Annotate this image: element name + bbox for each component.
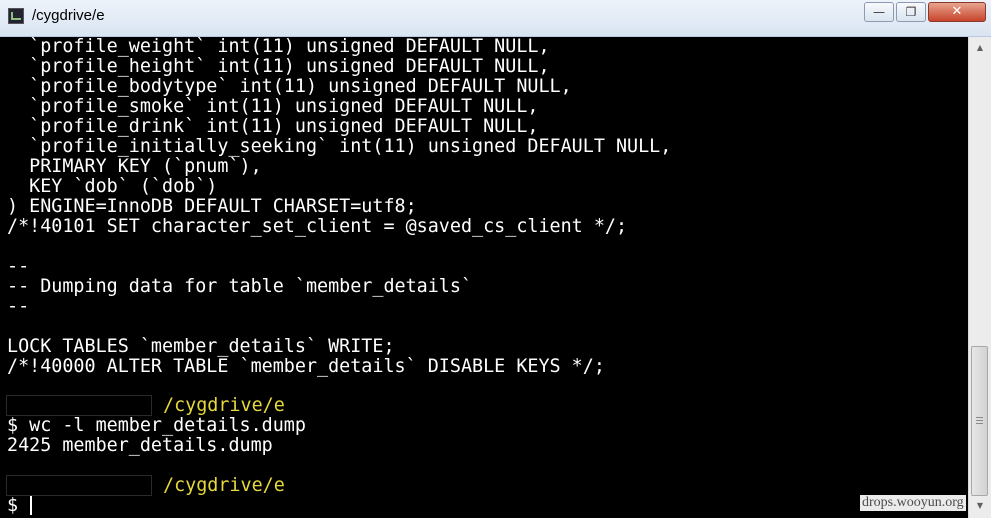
terminal-line: KEY `dob` (`dob`): [7, 176, 218, 197]
text-cursor: [30, 496, 32, 515]
prompt-symbol: $: [7, 495, 19, 516]
command-line: $ wc -l member_details.dump: [7, 415, 306, 436]
prompt-path: /cygdrive/e: [163, 475, 285, 496]
prompt-path: /cygdrive/e: [163, 395, 285, 416]
terminal-line: PRIMARY KEY (`pnum`),: [7, 156, 262, 177]
window-title: /cygdrive/e: [32, 7, 105, 24]
grip-line: [976, 420, 983, 421]
terminal-window: /cygdrive/e — ❐ ✕ `profile_weight` int(1…: [0, 0, 991, 518]
terminal-line: -- Dumping data for table `member_detail…: [7, 276, 473, 297]
scroll-up-arrow-icon[interactable]: ▲: [969, 39, 991, 57]
terminal-line: `profile_drink` int(11) unsigned DEFAULT…: [7, 116, 539, 137]
terminal-line: LOCK TABLES `member_details` WRITE;: [7, 336, 395, 357]
terminal-line: `profile_initially_seeking` int(11) unsi…: [7, 136, 672, 157]
terminal-line: `profile_smoke` int(11) unsigned DEFAULT…: [7, 96, 539, 117]
scrollbar-thumb[interactable]: [971, 346, 988, 496]
terminal-line: /*!40000 ALTER TABLE `member_details` DI…: [7, 356, 605, 377]
terminal-line: /*!40101 SET character_set_client = @sav…: [7, 216, 628, 237]
terminal-line: --: [7, 296, 30, 317]
terminal-app-icon[interactable]: [8, 8, 24, 24]
redacted-user-host: [6, 395, 152, 416]
title-bar[interactable]: /cygdrive/e — ❐ ✕: [0, 0, 991, 37]
scroll-down-arrow-icon[interactable]: ▼: [969, 497, 991, 515]
terminal-line: --: [7, 256, 30, 277]
command-output: 2425 member_details.dump: [7, 435, 273, 456]
grip-line: [976, 417, 983, 418]
watermark: drops.wooyun.org: [860, 495, 966, 511]
terminal-line: ) ENGINE=InnoDB DEFAULT CHARSET=utf8;: [7, 196, 417, 217]
grip-line: [976, 423, 983, 424]
vertical-scrollbar[interactable]: ▲ ▼: [968, 37, 991, 518]
minimize-button[interactable]: —: [864, 2, 894, 22]
terminal-line: `profile_weight` int(11) unsigned DEFAUL…: [7, 37, 550, 57]
terminal-line: `profile_bodytype` int(11) unsigned DEFA…: [7, 76, 572, 97]
close-button[interactable]: ✕: [928, 2, 986, 22]
terminal-output[interactable]: `profile_weight` int(11) unsigned DEFAUL…: [0, 37, 968, 518]
redacted-user-host: [6, 475, 152, 496]
maximize-button[interactable]: ❐: [896, 2, 926, 22]
terminal-line: `profile_height` int(11) unsigned DEFAUL…: [7, 56, 550, 77]
